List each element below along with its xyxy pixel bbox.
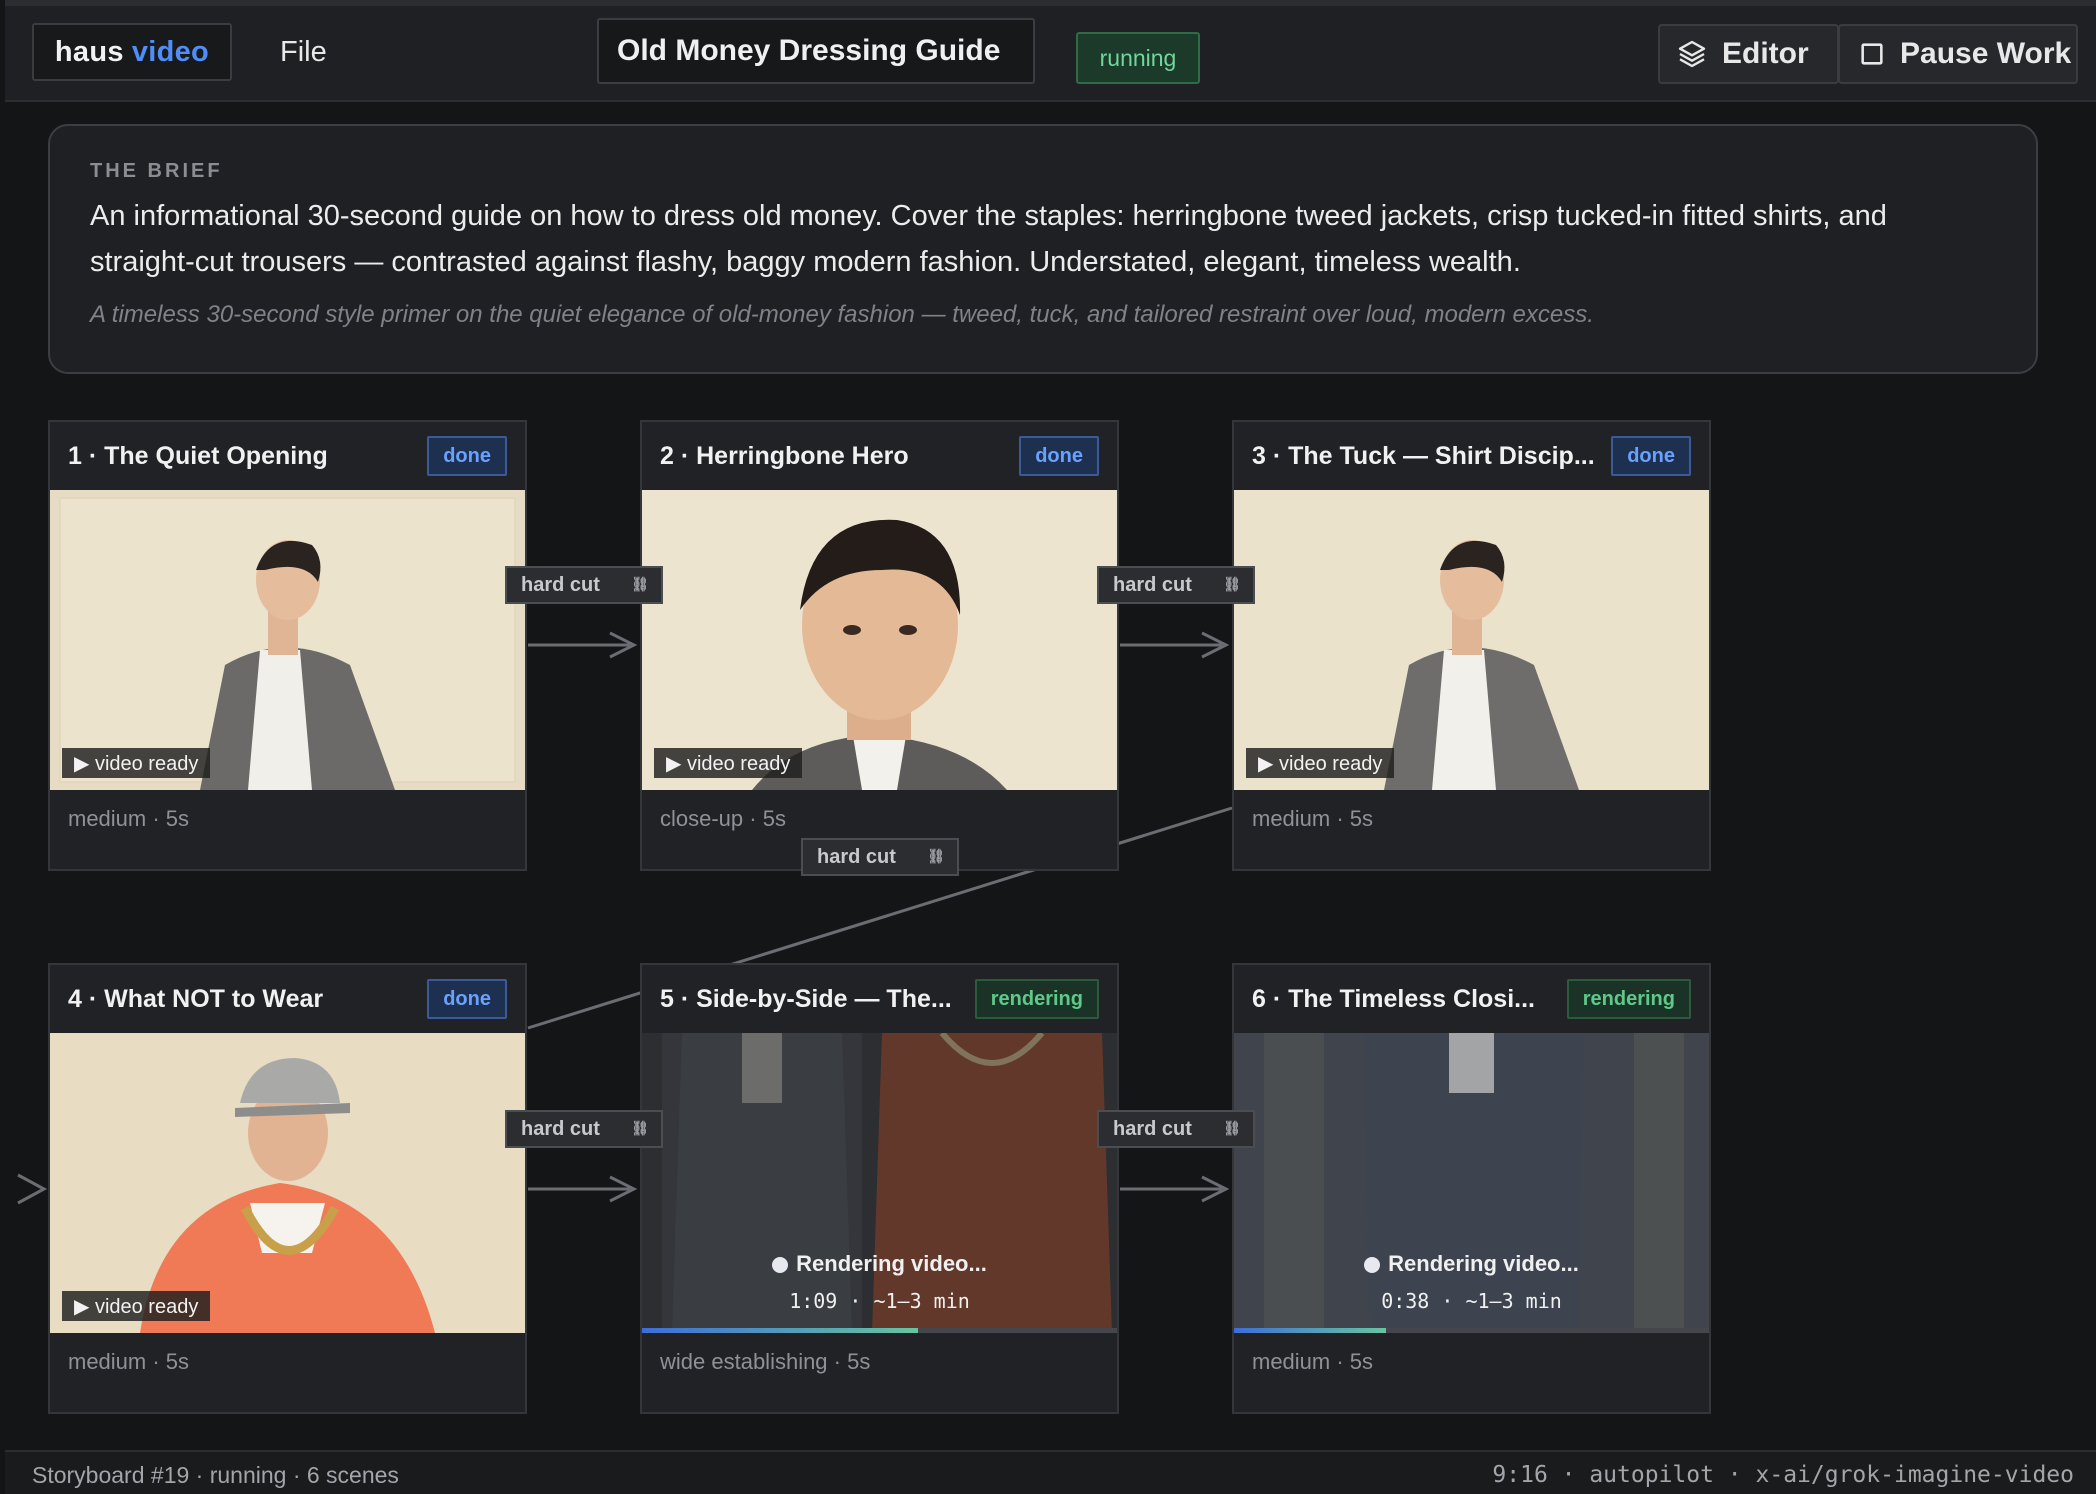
scene-card-1[interactable]: 1 · The Quiet Opening done ▶ video ready…	[48, 420, 527, 871]
rendering-label: Rendering video...	[1388, 1251, 1579, 1276]
scene-meta: medium · 5s	[1252, 806, 1374, 831]
status-bar: Storyboard #19 · running · 6 scenes 9:16…	[5, 1450, 2096, 1494]
scene-meta: close-up · 5s	[660, 806, 786, 831]
thumbnail-illustration	[1234, 490, 1709, 790]
scene-card-6[interactable]: 6 · The Timeless Closi... rendering Rend…	[1232, 963, 1711, 1414]
transition-4-5[interactable]: hard cut ⛓	[505, 1110, 663, 1148]
thumbnail-illustration	[642, 490, 1117, 790]
transition-label: hard cut	[521, 573, 600, 596]
scene-thumbnail[interactable]: ▶ video ready	[642, 490, 1117, 790]
rendering-overlay: Rendering video... 1:09 · ~1–3 min	[642, 1251, 1117, 1313]
status-badge: done	[1019, 436, 1099, 476]
transition-1-2[interactable]: hard cut ⛓	[505, 566, 663, 604]
video-ready-badge[interactable]: ▶ video ready	[654, 748, 803, 778]
transition-label: hard cut	[817, 845, 896, 868]
render-settings: 9:16 · autopilot · x-ai/grok-imagine-vid…	[1492, 1462, 2074, 1488]
render-timer: 1:09 · ~1–3 min	[789, 1289, 970, 1313]
transition-2-3[interactable]: hard cut ⛓	[1097, 566, 1255, 604]
rendering-overlay: Rendering video... 0:38 · ~1–3 min	[1234, 1251, 1709, 1313]
scene-title: 1 · The Quiet Opening	[68, 441, 328, 470]
scene-card-4[interactable]: 4 · What NOT to Wear done ▶ video ready …	[48, 963, 527, 1414]
thumbnail-illustration	[50, 1033, 525, 1333]
scene-title: 4 · What NOT to Wear	[68, 984, 324, 1013]
scene-header: 4 · What NOT to Wear done	[50, 965, 525, 1033]
video-ready-badge[interactable]: ▶ video ready	[1246, 748, 1395, 778]
scene-header: 2 · Herringbone Hero done	[642, 422, 1117, 490]
scene-card-5[interactable]: 5 · Side-by-Side — The... rendering Rend…	[640, 963, 1119, 1414]
link-icon[interactable]: ⛓	[927, 848, 945, 865]
scene-title: 3 · The Tuck — Shirt Discip...	[1252, 441, 1595, 470]
storyboard-summary: Storyboard #19 · running · 6 scenes	[32, 1462, 399, 1488]
scene-header: 3 · The Tuck — Shirt Discip... done	[1234, 422, 1709, 490]
link-icon[interactable]: ⛓	[631, 1120, 649, 1137]
scene-thumbnail[interactable]: Rendering video... 1:09 · ~1–3 min	[642, 1033, 1117, 1333]
link-icon[interactable]: ⛓	[1223, 1120, 1241, 1137]
link-icon[interactable]: ⛓	[631, 576, 649, 593]
scene-header: 5 · Side-by-Side — The... rendering	[642, 965, 1117, 1033]
scene-card-3[interactable]: 3 · The Tuck — Shirt Discip... done ▶ vi…	[1232, 420, 1711, 871]
transition-5-6[interactable]: hard cut ⛓	[1097, 1110, 1255, 1148]
status-badge: rendering	[1566, 979, 1691, 1019]
scene-header: 6 · The Timeless Closi... rendering	[1234, 965, 1709, 1033]
loading-indicator	[772, 1257, 789, 1273]
status-badge: done	[427, 436, 507, 476]
transition-label: hard cut	[1113, 1117, 1192, 1140]
render-timer: 0:38 · ~1–3 min	[1381, 1289, 1562, 1313]
scene-thumbnail[interactable]: ▶ video ready	[1234, 490, 1709, 790]
scene-meta: medium · 5s	[1252, 1349, 1374, 1374]
scene-title: 5 · Side-by-Side — The...	[660, 984, 952, 1013]
edge-input-arrowhead	[17, 1173, 48, 1205]
transition-3-4[interactable]: hard cut ⛓	[801, 838, 959, 876]
scene-header: 1 · The Quiet Opening done	[50, 422, 525, 490]
app-window: haus video File Old Money Dressing Guide…	[0, 0, 2096, 1494]
thumbnail-illustration	[50, 490, 525, 790]
scene-title: 2 · Herringbone Hero	[660, 441, 909, 470]
scene-thumbnail[interactable]: ▶ video ready	[50, 1033, 525, 1333]
video-ready-badge[interactable]: ▶ video ready	[62, 748, 211, 778]
video-ready-badge[interactable]: ▶ video ready	[62, 1291, 211, 1321]
transition-label: hard cut	[1113, 573, 1192, 596]
rendering-label: Rendering video...	[796, 1251, 987, 1276]
scene-title: 6 · The Timeless Closi...	[1252, 984, 1535, 1013]
status-badge: done	[427, 979, 507, 1019]
scene-thumbnail[interactable]: ▶ video ready	[50, 490, 525, 790]
progress-bar	[642, 1328, 918, 1333]
transition-label: hard cut	[521, 1117, 600, 1140]
scene-card-2[interactable]: 2 · Herringbone Hero done ▶ video ready …	[640, 420, 1119, 871]
scene-meta: wide establishing · 5s	[660, 1349, 871, 1374]
loading-indicator	[1364, 1257, 1381, 1273]
status-badge: rendering	[974, 979, 1099, 1019]
scene-meta: medium · 5s	[68, 806, 190, 831]
link-icon[interactable]: ⛓	[1223, 576, 1241, 593]
progress-bar	[1234, 1328, 1386, 1333]
scene-meta: medium · 5s	[68, 1349, 190, 1374]
scene-thumbnail[interactable]: Rendering video... 0:38 · ~1–3 min	[1234, 1033, 1709, 1333]
status-badge: done	[1611, 436, 1691, 476]
